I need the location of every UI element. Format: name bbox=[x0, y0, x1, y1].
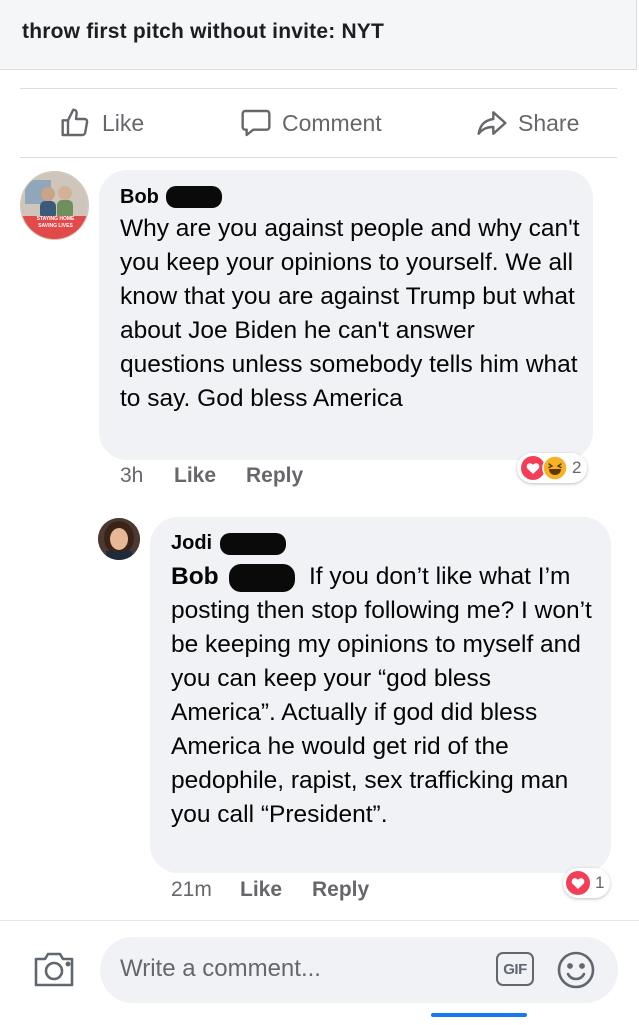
comment-meta: 3h bbox=[120, 464, 143, 488]
home-indicator bbox=[431, 1013, 527, 1017]
gif-icon: GIF bbox=[503, 960, 527, 978]
reaction-summary[interactable]: 2 bbox=[517, 453, 588, 483]
redacted-name bbox=[229, 564, 295, 592]
comment-input[interactable]: Write a comment... GIF bbox=[100, 937, 618, 1003]
comment-reply-label: Reply bbox=[246, 464, 304, 487]
avatar[interactable] bbox=[98, 518, 140, 560]
reaction-count: 2 bbox=[572, 458, 582, 477]
comment-like-link[interactable]: Like bbox=[174, 464, 216, 488]
share-button-label: Share bbox=[518, 109, 580, 136]
avatar-caption: STAYING HOME SAVING LIVES bbox=[36, 216, 75, 229]
reaction-count: 1 bbox=[595, 873, 605, 892]
post-actions-bar: Like Comment Share bbox=[20, 88, 617, 158]
comment-like-link[interactable]: Like bbox=[240, 878, 282, 902]
camera-icon[interactable] bbox=[32, 949, 76, 989]
like-button[interactable]: Like bbox=[60, 89, 144, 157]
link-preview[interactable]: throw first pitch without invite: NYT bbox=[0, 0, 637, 70]
comment-button[interactable]: Comment bbox=[240, 89, 382, 157]
link-preview-title[interactable]: throw first pitch without invite: NYT bbox=[22, 20, 384, 44]
comment-text: Why are you against people and why can't… bbox=[120, 215, 580, 412]
gif-button[interactable]: GIF bbox=[496, 952, 534, 986]
comment-time: 3h bbox=[120, 464, 144, 487]
like-button-label: Like bbox=[102, 109, 145, 136]
reaction-summary[interactable]: 1 bbox=[563, 868, 611, 898]
share-button[interactable]: Share bbox=[476, 89, 579, 157]
comment-reply-link[interactable]: Reply bbox=[246, 464, 303, 488]
thumbs-up-icon bbox=[61, 108, 89, 137]
redacted-name bbox=[220, 533, 286, 555]
comment-author[interactable]: Bob bbox=[120, 186, 159, 209]
avatar[interactable]: STAYING HOME SAVING LIVES bbox=[20, 171, 89, 240]
comment-like-label: Like bbox=[240, 878, 283, 901]
comment-reply-label: Reply bbox=[312, 878, 370, 901]
comment-button-label: Comment bbox=[282, 109, 382, 136]
comment-reply-link[interactable]: Reply bbox=[312, 878, 369, 902]
emoji-icon[interactable] bbox=[556, 950, 596, 990]
mention-link[interactable]: Bob bbox=[171, 560, 219, 594]
laughing-reaction-icon bbox=[542, 455, 568, 481]
comment-author[interactable]: Jodi bbox=[171, 532, 212, 555]
profile-photo-icon bbox=[98, 518, 140, 560]
heart-reaction-icon bbox=[566, 871, 590, 895]
comment-like-label: Like bbox=[174, 464, 217, 487]
comment-input-placeholder: Write a comment... bbox=[120, 955, 321, 982]
speech-bubble-icon bbox=[241, 109, 271, 137]
redacted-name bbox=[166, 186, 222, 208]
comment-time: 21m bbox=[171, 878, 212, 901]
share-arrow-icon bbox=[477, 111, 507, 135]
comment-composer: Write a comment... GIF bbox=[0, 920, 639, 1025]
comment-text: If you don’t like what I’m posting then … bbox=[171, 563, 592, 828]
comment-meta: 21m bbox=[171, 878, 212, 902]
